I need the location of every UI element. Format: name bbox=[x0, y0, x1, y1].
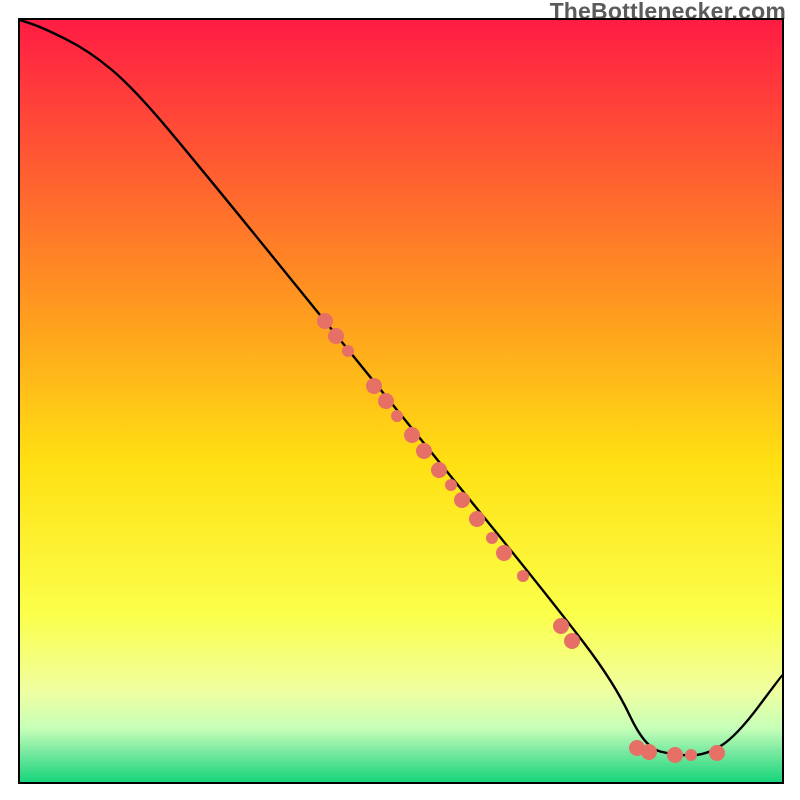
bottleneck-curve bbox=[20, 20, 782, 782]
data-point bbox=[328, 328, 344, 344]
data-point bbox=[486, 532, 498, 544]
data-point bbox=[391, 410, 403, 422]
data-point bbox=[709, 745, 725, 761]
data-point bbox=[564, 633, 580, 649]
data-point bbox=[496, 545, 512, 561]
data-point bbox=[667, 747, 683, 763]
data-point bbox=[378, 393, 394, 409]
data-point bbox=[685, 749, 697, 761]
data-point bbox=[431, 462, 447, 478]
data-point bbox=[553, 618, 569, 634]
data-point bbox=[317, 313, 333, 329]
data-point bbox=[416, 443, 432, 459]
data-point bbox=[641, 744, 657, 760]
chart-stage: TheBottlenecker.com bbox=[0, 0, 800, 800]
plot-area bbox=[18, 18, 784, 784]
data-point bbox=[517, 570, 529, 582]
data-point bbox=[366, 378, 382, 394]
data-point bbox=[445, 479, 457, 491]
data-point bbox=[454, 492, 470, 508]
data-point bbox=[469, 511, 485, 527]
data-point bbox=[342, 345, 354, 357]
data-point bbox=[404, 427, 420, 443]
